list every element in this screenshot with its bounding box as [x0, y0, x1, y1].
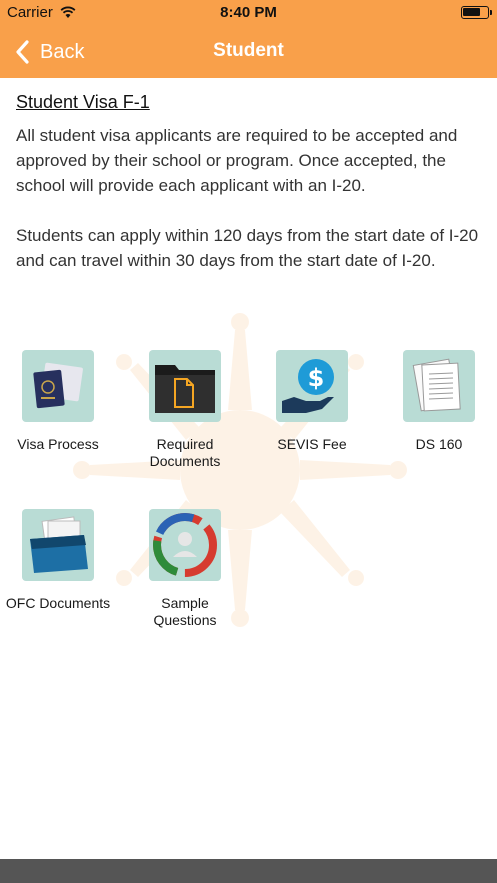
tile-label: Required Documents — [149, 436, 221, 469]
status-bar: Carrier 8:40 PM — [0, 0, 497, 26]
tile-label: Visa Process — [17, 436, 99, 452]
section-heading: Student Visa F-1 — [16, 92, 150, 112]
tile-sevis-fee[interactable]: $ SEVIS Fee — [257, 350, 367, 453]
svg-text:$: $ — [308, 364, 325, 392]
main-content: Student Visa F-1 All student visa applic… — [16, 92, 486, 273]
navigation-bar: Back Student — [0, 26, 497, 78]
tile-label: Sample Questions — [153, 595, 217, 628]
questions-icon — [153, 513, 217, 577]
passport-icon — [33, 362, 83, 409]
folder-document-icon — [155, 365, 215, 413]
intro-paragraph: All student visa applicants are required… — [16, 126, 458, 195]
tile-icon-box: $ — [276, 350, 348, 422]
status-time: 8:40 PM — [220, 4, 277, 21]
tile-ofc-documents[interactable]: OFC Documents — [3, 509, 113, 612]
tile-icon-box — [22, 509, 94, 581]
tile-ds-160[interactable]: DS 160 — [384, 350, 494, 453]
papers-icon — [412, 358, 461, 412]
bottom-bar — [0, 859, 497, 883]
tile-icon-box — [149, 509, 221, 581]
tile-label: DS 160 — [415, 436, 463, 452]
tile-icon-box — [22, 350, 94, 422]
dollar-hand-icon: $ — [282, 359, 334, 413]
tile-icon-box — [403, 350, 475, 422]
file-folder-icon — [30, 516, 88, 573]
tile-visa-process[interactable]: Visa Process — [3, 350, 113, 453]
timing-paragraph: Students can apply within 120 days from … — [16, 226, 479, 270]
tile-label: SEVIS Fee — [277, 436, 347, 452]
tile-label: OFC Documents — [5, 595, 111, 611]
tile-sample-questions[interactable]: Sample Questions — [130, 509, 240, 629]
battery-icon — [461, 6, 492, 19]
page-title: Student — [213, 40, 284, 61]
tile-required-documents[interactable]: Required Documents — [130, 350, 240, 470]
tile-icon-box — [149, 350, 221, 422]
